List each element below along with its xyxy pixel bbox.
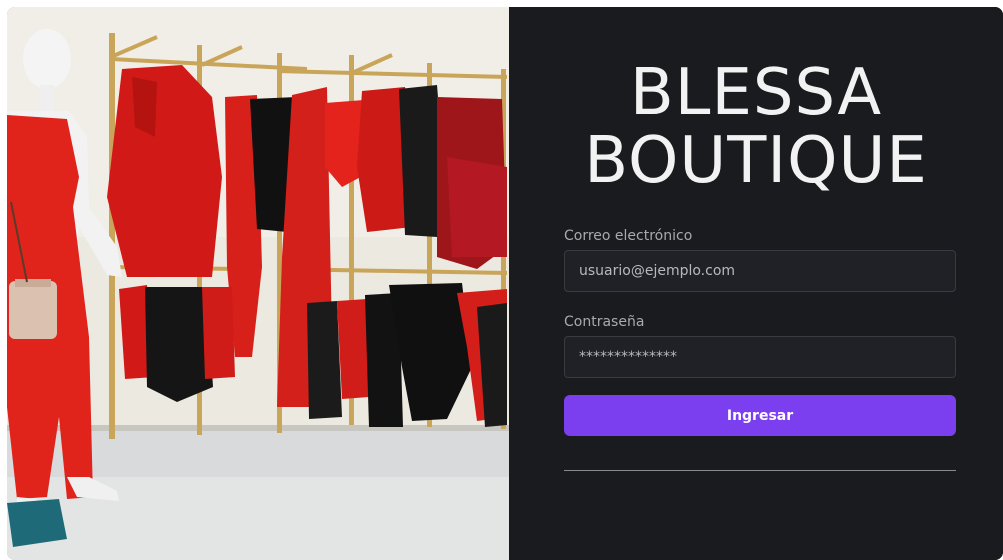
email-label: Correo electrónico [564,228,693,244]
password-label: Contraseña [564,314,645,330]
boutique-photo [7,7,509,560]
brand-title: BLESSA BOUTIQUE [509,59,1003,195]
divider [564,470,956,471]
brand-title-line2: BOUTIQUE [584,124,928,198]
login-window: BLESSA BOUTIQUE Correo electrónico Contr… [7,7,1003,560]
brand-title-line1: BLESSA [629,56,883,130]
password-field[interactable] [564,336,956,378]
email-field[interactable] [564,250,956,292]
login-panel: BLESSA BOUTIQUE Correo electrónico Contr… [509,7,1003,560]
login-submit-button[interactable]: Ingresar [564,395,956,436]
